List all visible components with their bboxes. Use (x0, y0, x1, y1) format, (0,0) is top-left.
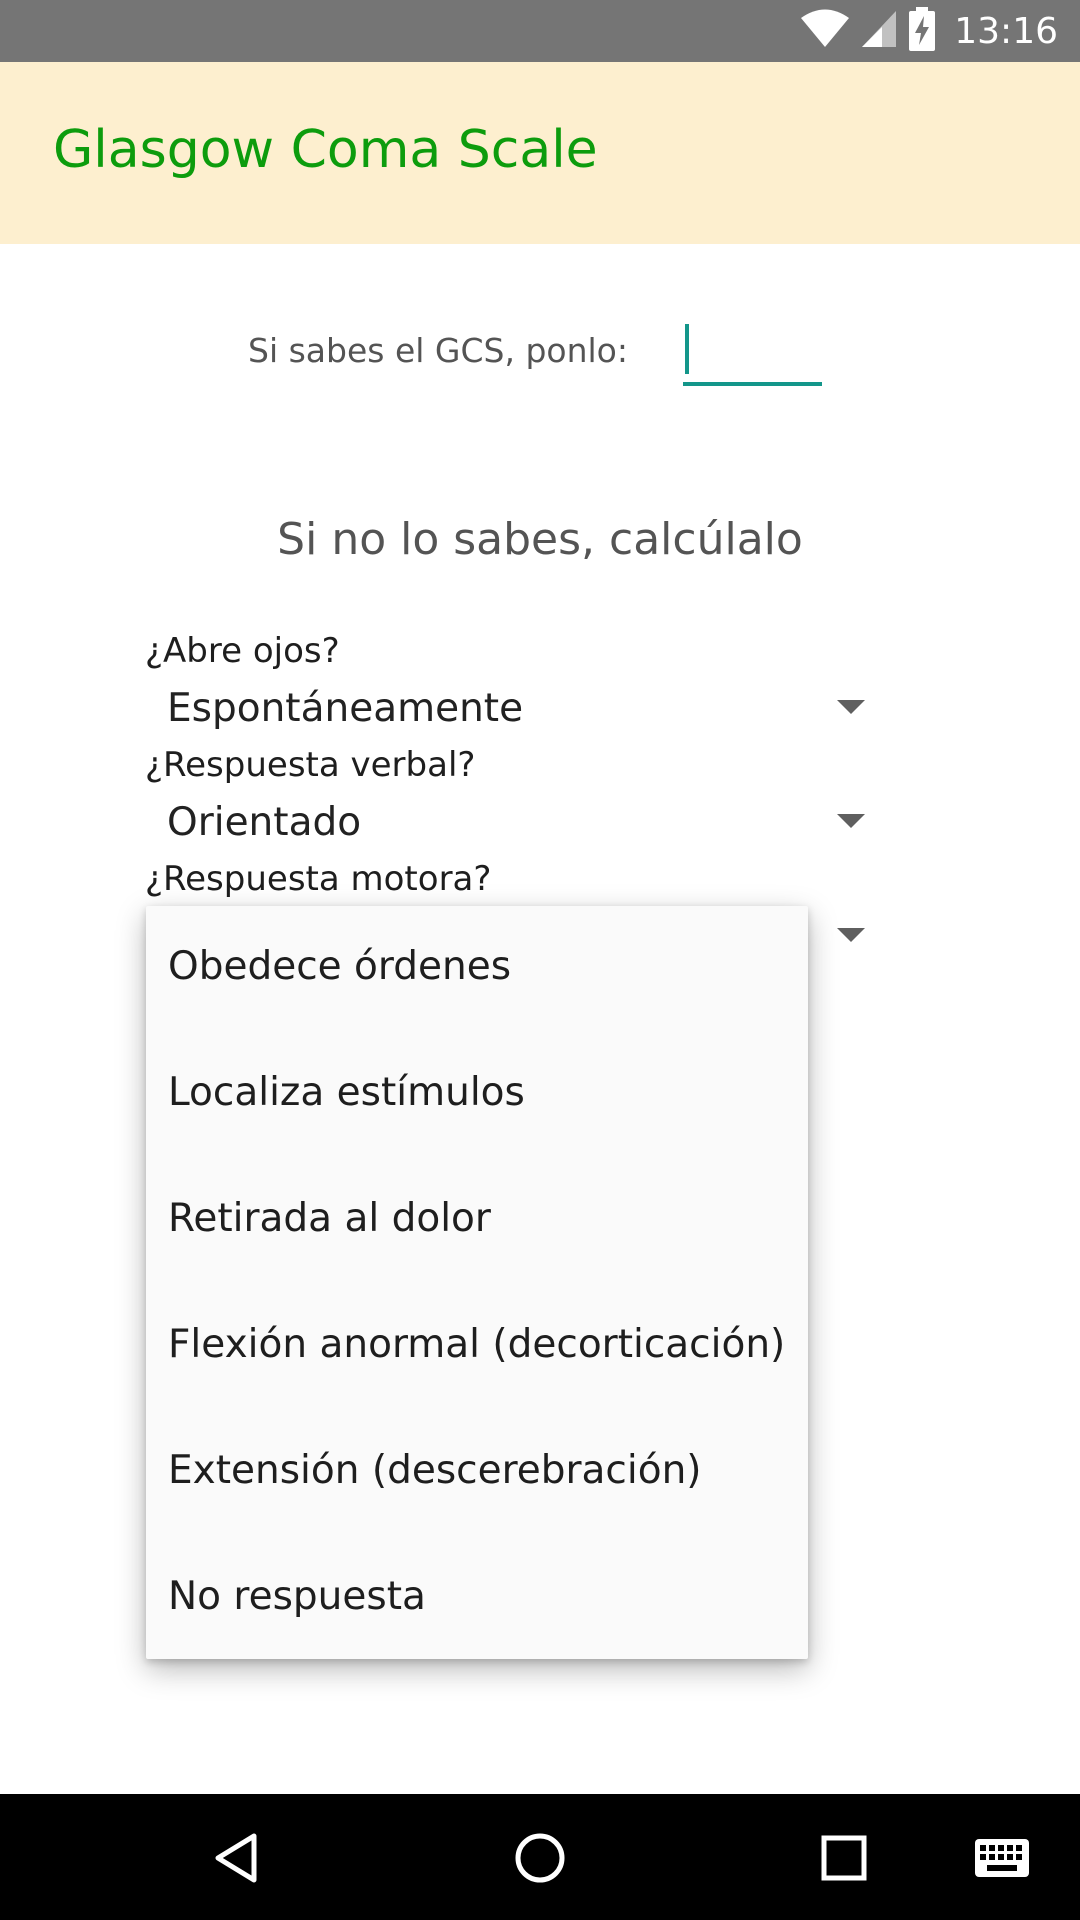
motor-dropdown-menu: Obedece órdenes Localiza estímulos Retir… (146, 906, 808, 1659)
dropdown-item-label: Flexión anormal (decorticación) (168, 1322, 786, 1367)
dropdown-item[interactable]: Flexión anormal (decorticación) (146, 1284, 808, 1410)
dropdown-item[interactable]: No respuesta (146, 1536, 808, 1662)
text-cursor (685, 324, 689, 374)
verbal-spinner-value: Orientado (167, 800, 362, 845)
gcs-input[interactable] (683, 322, 822, 386)
home-icon (515, 1833, 565, 1883)
keyboard-icon (975, 1839, 1029, 1877)
navigation-bar (0, 1794, 1080, 1920)
dropdown-item-label: Extensión (descerebración) (168, 1448, 702, 1493)
battery-charging-icon (908, 7, 936, 55)
recents-button[interactable] (808, 1822, 880, 1894)
dropdown-arrow-icon (837, 700, 865, 714)
status-icons: 13:16 (800, 0, 1058, 62)
dropdown-item-label: Obedece órdenes (168, 944, 512, 989)
back-icon (215, 1833, 257, 1883)
cell-signal-icon (860, 9, 898, 53)
dropdown-item-label: No respuesta (168, 1574, 426, 1619)
motor-question-label: ¿Respuesta motora? (145, 859, 492, 899)
verbal-spinner[interactable]: Orientado (145, 790, 895, 858)
wifi-icon (800, 9, 850, 53)
gcs-label: Si sabes el GCS, ponlo: (248, 331, 628, 370)
dropdown-item[interactable]: Extensión (descerebración) (146, 1410, 808, 1536)
app-title: Glasgow Coma Scale (53, 120, 598, 180)
calc-heading: Si no lo sabes, calcúlalo (277, 514, 803, 565)
keyboard-button[interactable] (966, 1822, 1038, 1894)
dropdown-item-label: Retirada al dolor (168, 1196, 491, 1241)
verbal-question-label: ¿Respuesta verbal? (145, 745, 476, 785)
eyes-spinner[interactable]: Espontáneamente (145, 676, 895, 744)
eyes-question-label: ¿Abre ojos? (145, 631, 340, 671)
recents-icon (821, 1835, 867, 1881)
dropdown-arrow-icon (837, 814, 865, 828)
back-button[interactable] (200, 1822, 272, 1894)
app-bar: Glasgow Coma Scale (0, 62, 1080, 244)
dropdown-item-label: Localiza estímulos (168, 1070, 525, 1115)
dropdown-arrow-icon (837, 928, 865, 942)
eyes-spinner-value: Espontáneamente (167, 686, 524, 731)
home-button[interactable] (504, 1822, 576, 1894)
dropdown-item[interactable]: Localiza estímulos (146, 1032, 808, 1158)
dropdown-item[interactable]: Obedece órdenes (146, 906, 808, 1032)
dropdown-item[interactable]: Retirada al dolor (146, 1158, 808, 1284)
status-time: 13:16 (954, 10, 1058, 52)
status-bar: 13:16 (0, 0, 1080, 62)
